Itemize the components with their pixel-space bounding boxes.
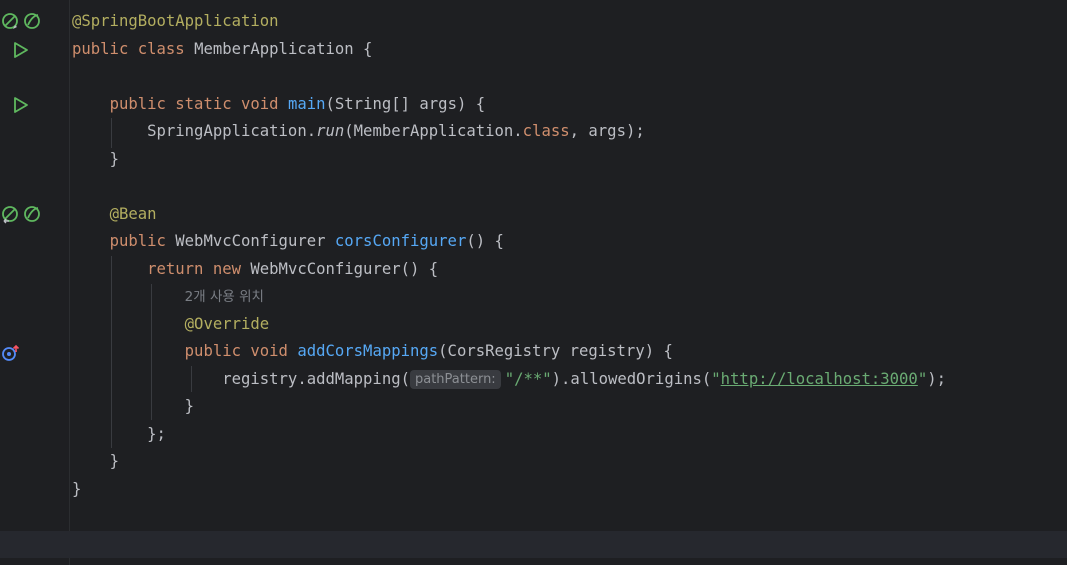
url-link[interactable]: http://localhost:3000 [721, 370, 918, 388]
code-editor[interactable]: @SpringBootApplication public class Memb… [0, 0, 1067, 565]
string-literal: "/**" [504, 369, 552, 388]
code-content[interactable]: @SpringBootApplication public class Memb… [72, 8, 946, 503]
class-name: MemberApplication { [194, 39, 373, 58]
code-line: } [72, 476, 946, 504]
code-line: SpringApplication.run(MemberApplication.… [72, 118, 946, 146]
code-line: } [72, 448, 946, 476]
method-call: run [316, 122, 345, 140]
code-text: (String[] args) { [325, 94, 486, 113]
code-text: } [109, 452, 119, 470]
code-line: }; [72, 421, 946, 449]
keyword: public void [184, 342, 298, 360]
keyword: public class [72, 39, 195, 58]
code-line: @SpringBootApplication [72, 8, 946, 36]
string-quote: " [711, 369, 721, 388]
code-text: SpringApplication. [147, 122, 317, 140]
usages-hint[interactable]: 2개 사용 위치 [185, 289, 264, 305]
code-text: } [109, 149, 119, 168]
keyword: return new [147, 259, 251, 278]
code-text: } [184, 397, 195, 415]
code-text: registry.addMapping( [222, 369, 410, 388]
code-text: }; [147, 424, 166, 443]
run-icon[interactable] [11, 95, 31, 115]
spring-bean-icon[interactable] [23, 205, 43, 225]
keyword: class [522, 122, 570, 140]
spring-bean-icon[interactable] [23, 12, 43, 32]
code-line: } [72, 393, 946, 421]
method-name: corsConfigurer [334, 232, 467, 250]
code-text: } [72, 479, 82, 498]
parameter-hint: pathPattern: [409, 369, 501, 389]
annotation: @SpringBootApplication [72, 12, 279, 30]
code-line: @Bean [72, 201, 946, 229]
keyword: public [109, 232, 176, 250]
spring-bean-icon[interactable] [1, 12, 21, 32]
code-text: (CorsRegistry registry) { [438, 342, 673, 360]
method-name: addCorsMappings [297, 342, 439, 360]
editor-gutter [0, 0, 70, 565]
spring-bean-icon[interactable] [1, 205, 21, 225]
code-text: (MemberApplication. [344, 122, 523, 140]
annotation: @Override [184, 314, 270, 333]
code-text: ).allowedOrigins( [551, 369, 712, 388]
run-icon[interactable] [11, 40, 31, 60]
method-name: main [287, 94, 326, 113]
keyword: public static void [109, 94, 288, 113]
code-text: , args); [569, 122, 645, 140]
code-text: ); [927, 369, 946, 388]
code-line: registry.addMapping(pathPattern: "/**").a… [72, 366, 946, 394]
code-text: WebMvcConfigurer() { [250, 259, 439, 278]
code-line: return new WebMvcConfigurer() { [72, 256, 946, 284]
code-line: public static void main(String[] args) { [72, 91, 946, 119]
code-text: () { [466, 232, 504, 250]
override-method-icon[interactable] [1, 343, 21, 363]
code-line: public class MemberApplication { [72, 36, 946, 64]
type-name: WebMvcConfigurer [175, 232, 335, 250]
code-line: 2개 사용 위치 [72, 283, 946, 311]
current-line-highlight [0, 531, 1067, 558]
annotation: @Bean [109, 204, 157, 223]
code-line: public WebMvcConfigurer corsConfigurer()… [72, 228, 946, 256]
code-line: } [72, 146, 946, 174]
string-quote: " [917, 369, 928, 388]
code-line: public void addCorsMappings(CorsRegistry… [72, 338, 946, 366]
code-line: @Override [72, 311, 946, 339]
